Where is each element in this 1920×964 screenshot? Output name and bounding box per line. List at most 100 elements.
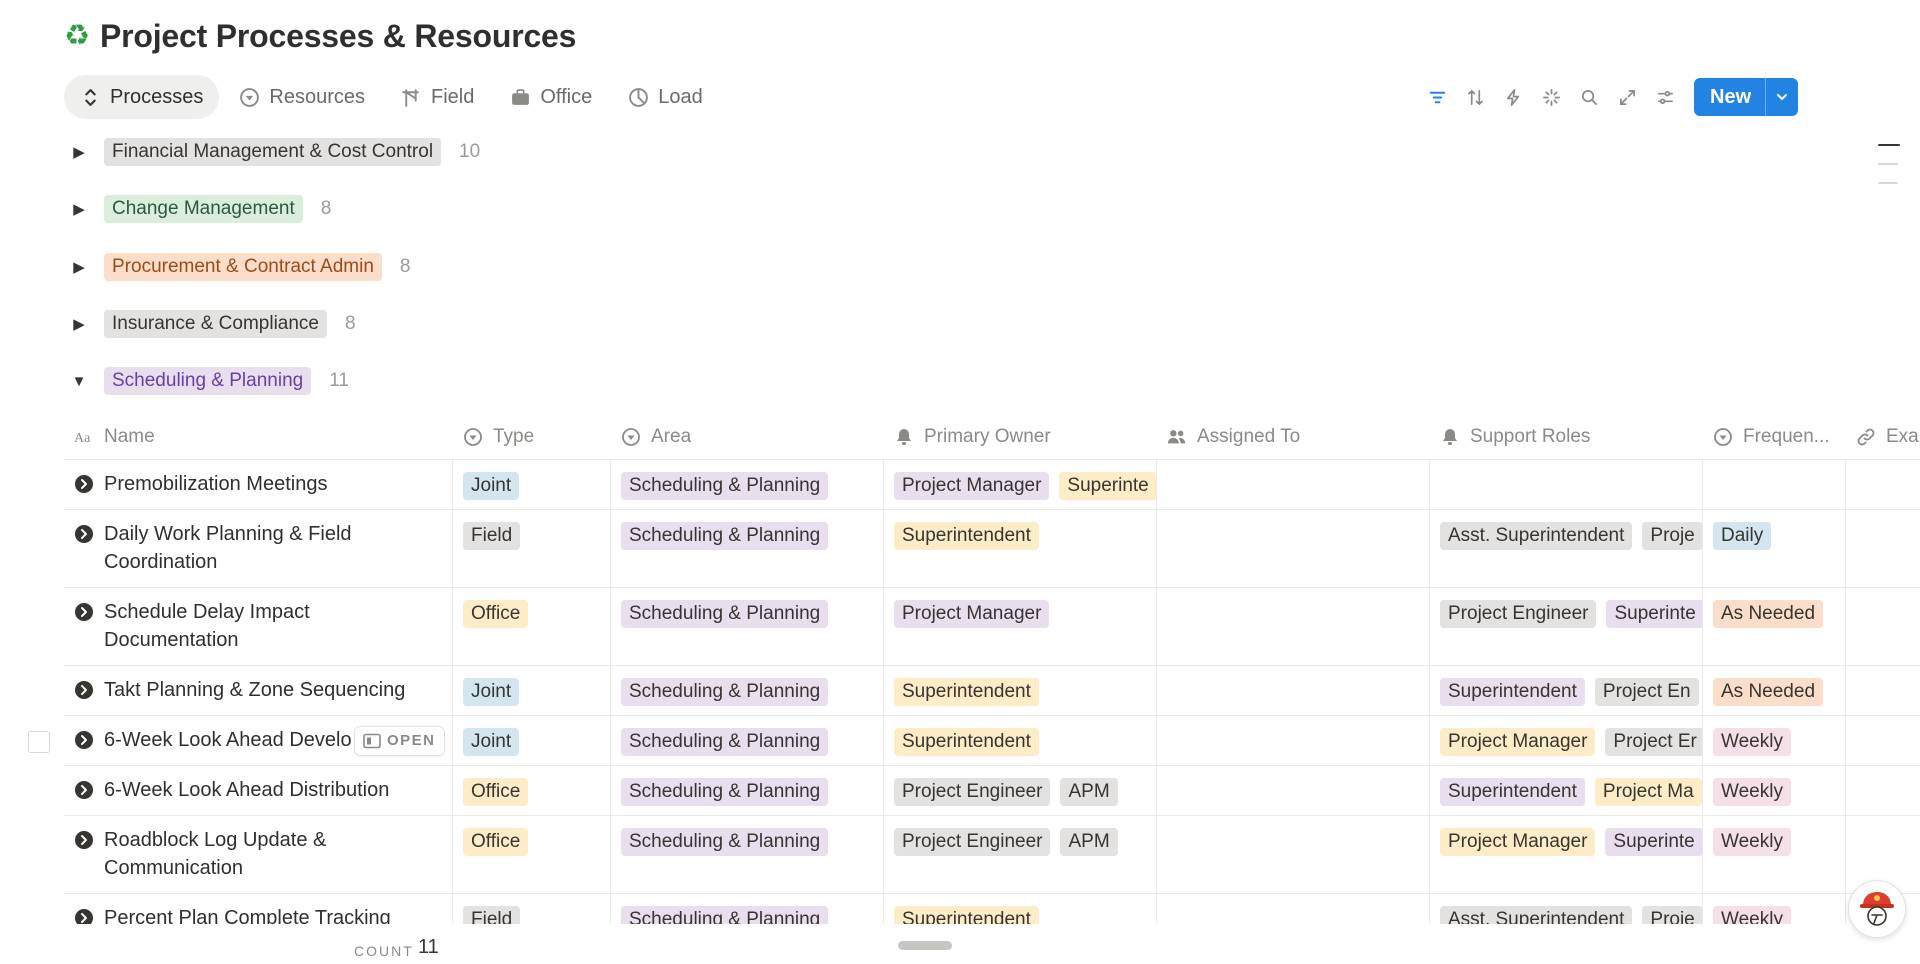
- tab-office[interactable]: Office: [494, 75, 608, 119]
- assigned-cell[interactable]: [1157, 460, 1430, 509]
- search-button[interactable]: [1570, 78, 1608, 116]
- example-cell[interactable]: [1846, 460, 1920, 509]
- name-cell[interactable]: 6-Week Look Ahead Develo OPEN: [64, 716, 453, 765]
- group-procurement[interactable]: ▶ Procurement & Contract Admin 8: [64, 247, 410, 287]
- frequency-cell[interactable]: Weekly: [1703, 816, 1846, 893]
- column-header-support-roles[interactable]: Support Roles: [1430, 414, 1703, 459]
- group-financial[interactable]: ▶ Financial Management & Cost Control 10: [64, 132, 480, 172]
- area-cell[interactable]: Scheduling & Planning: [611, 510, 884, 587]
- column-header-primary-owner[interactable]: Primary Owner: [884, 414, 1157, 459]
- support-cell[interactable]: Project Engineer Superinte: [1430, 588, 1703, 665]
- support-cell[interactable]: [1430, 460, 1703, 509]
- assigned-cell[interactable]: [1157, 588, 1430, 665]
- support-cell[interactable]: Project Manager Project Er: [1430, 716, 1703, 765]
- frequency-cell[interactable]: As Needed: [1703, 666, 1846, 715]
- example-cell[interactable]: [1846, 716, 1920, 765]
- automation-button[interactable]: [1494, 78, 1532, 116]
- example-cell[interactable]: [1846, 666, 1920, 715]
- collapse-triangle-icon[interactable]: ▼: [64, 366, 94, 396]
- area-cell[interactable]: Scheduling & Planning: [611, 816, 884, 893]
- type-cell[interactable]: Joint: [453, 460, 611, 509]
- column-header-example[interactable]: Exa: [1846, 414, 1920, 459]
- area-cell[interactable]: Scheduling & Planning: [611, 460, 884, 509]
- column-header-frequency[interactable]: Frequen...: [1703, 414, 1846, 459]
- table-row[interactable]: Premobilization Meetings Joint Schedulin…: [64, 460, 1920, 510]
- owner-cell[interactable]: Superintendent: [884, 716, 1157, 765]
- owner-cell[interactable]: Project Manager: [884, 588, 1157, 665]
- expand-triangle-icon[interactable]: ▶: [64, 194, 94, 224]
- example-cell[interactable]: [1846, 510, 1920, 587]
- column-header-name[interactable]: Aa Name: [64, 414, 453, 459]
- tab-processes[interactable]: Processes: [64, 75, 220, 119]
- table-row[interactable]: Roadblock Log Update & Communication Off…: [64, 816, 1920, 894]
- name-cell[interactable]: Schedule Delay Impact Documentation: [64, 588, 453, 665]
- area-tag: Scheduling & Planning: [621, 828, 829, 856]
- assigned-cell[interactable]: [1157, 816, 1430, 893]
- support-cell[interactable]: Superintendent Project Ma: [1430, 766, 1703, 815]
- page-outline[interactable]: [1878, 144, 1900, 201]
- assigned-cell[interactable]: [1157, 716, 1430, 765]
- area-cell[interactable]: Scheduling & Planning: [611, 766, 884, 815]
- owner-cell[interactable]: Project Manager Superinte: [884, 460, 1157, 509]
- sort-button[interactable]: [1456, 78, 1494, 116]
- area-cell[interactable]: Scheduling & Planning: [611, 666, 884, 715]
- support-cell[interactable]: Asst. Superintendent Proje: [1430, 510, 1703, 587]
- frequency-cell[interactable]: Weekly: [1703, 766, 1846, 815]
- example-cell[interactable]: [1846, 766, 1920, 815]
- area-cell[interactable]: Scheduling & Planning: [611, 716, 884, 765]
- row-checkbox[interactable]: [28, 731, 50, 753]
- example-cell[interactable]: [1846, 588, 1920, 665]
- assigned-cell[interactable]: [1157, 766, 1430, 815]
- assigned-cell[interactable]: [1157, 510, 1430, 587]
- group-insurance[interactable]: ▶ Insurance & Compliance 8: [64, 304, 356, 344]
- owner-cell[interactable]: Project Engineer APM: [884, 816, 1157, 893]
- area-cell[interactable]: Scheduling & Planning: [611, 588, 884, 665]
- open-page-button[interactable]: OPEN: [354, 726, 445, 756]
- new-button[interactable]: New: [1694, 78, 1767, 116]
- expand-button[interactable]: [1608, 78, 1646, 116]
- tab-load[interactable]: Load: [612, 75, 719, 119]
- type-cell[interactable]: Joint: [453, 716, 611, 765]
- name-cell[interactable]: Takt Planning & Zone Sequencing: [64, 666, 453, 715]
- new-dropdown-button[interactable]: [1766, 78, 1798, 116]
- name-cell[interactable]: Daily Work Planning & Field Coordination: [64, 510, 453, 587]
- type-cell[interactable]: Office: [453, 588, 611, 665]
- table-row[interactable]: Schedule Delay Impact Documentation Offi…: [64, 588, 1920, 666]
- owner-cell[interactable]: Superintendent: [884, 510, 1157, 587]
- assigned-cell[interactable]: [1157, 666, 1430, 715]
- expand-triangle-icon[interactable]: ▶: [64, 309, 94, 339]
- frequency-cell[interactable]: Daily: [1703, 510, 1846, 587]
- support-cell[interactable]: Superintendent Project En: [1430, 666, 1703, 715]
- table-row[interactable]: Takt Planning & Zone Sequencing Joint Sc…: [64, 666, 1920, 716]
- name-cell[interactable]: 6-Week Look Ahead Distribution: [64, 766, 453, 815]
- table-row[interactable]: Daily Work Planning & Field Coordination…: [64, 510, 1920, 588]
- tab-resources[interactable]: Resources: [223, 75, 381, 119]
- column-header-type[interactable]: Type: [453, 414, 611, 459]
- ai-button[interactable]: [1532, 78, 1570, 116]
- expand-triangle-icon[interactable]: ▶: [64, 252, 94, 282]
- frequency-cell[interactable]: [1703, 460, 1846, 509]
- name-cell[interactable]: Premobilization Meetings: [64, 460, 453, 509]
- column-header-assigned-to[interactable]: Assigned To: [1157, 414, 1430, 459]
- table-row[interactable]: 6-Week Look Ahead Develo OPEN Joint Sche…: [28, 716, 1920, 766]
- name-cell[interactable]: Roadblock Log Update & Communication: [64, 816, 453, 893]
- settings-button[interactable]: [1646, 78, 1684, 116]
- owner-cell[interactable]: Superintendent: [884, 666, 1157, 715]
- frequency-cell[interactable]: Weekly: [1703, 716, 1846, 765]
- owner-cell[interactable]: Project Engineer APM: [884, 766, 1157, 815]
- frequency-cell[interactable]: As Needed: [1703, 588, 1846, 665]
- support-cell[interactable]: Project Manager Superinte: [1430, 816, 1703, 893]
- group-change[interactable]: ▶ Change Management 8: [64, 189, 331, 229]
- tab-field[interactable]: Field: [385, 75, 490, 119]
- column-header-area[interactable]: Area: [611, 414, 884, 459]
- group-scheduling[interactable]: ▼ Scheduling & Planning 11: [64, 361, 349, 401]
- table-row[interactable]: 6-Week Look Ahead Distribution Office Sc…: [64, 766, 1920, 816]
- horizontal-scrollbar[interactable]: [898, 941, 952, 950]
- expand-triangle-icon[interactable]: ▶: [64, 137, 94, 167]
- assistant-avatar[interactable]: [1848, 880, 1906, 938]
- type-cell[interactable]: Field: [453, 510, 611, 587]
- filter-button[interactable]: [1418, 78, 1456, 116]
- type-cell[interactable]: Office: [453, 766, 611, 815]
- type-cell[interactable]: Office: [453, 816, 611, 893]
- type-cell[interactable]: Joint: [453, 666, 611, 715]
